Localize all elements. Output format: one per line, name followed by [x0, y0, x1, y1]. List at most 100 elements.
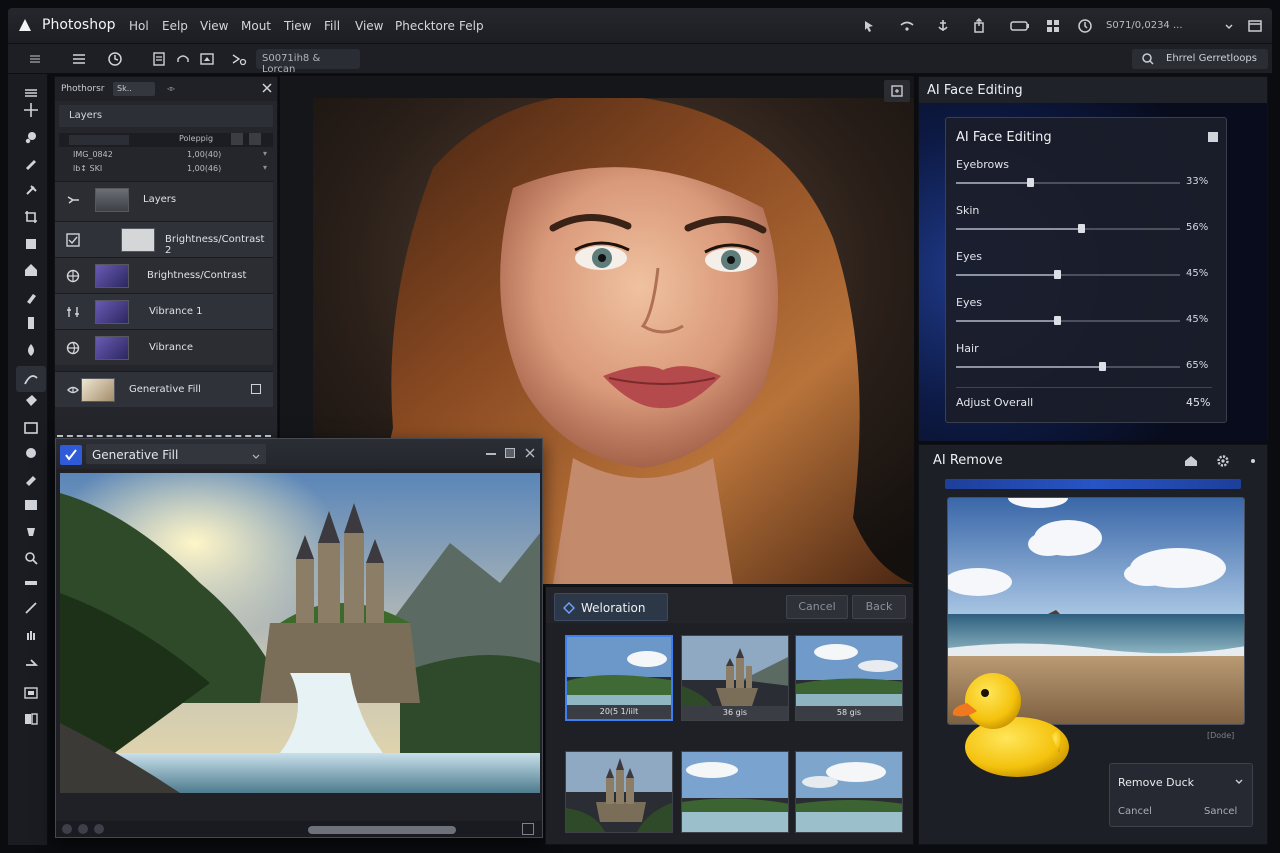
grid-icon[interactable] — [1044, 17, 1062, 35]
slider-track[interactable] — [956, 316, 1180, 325]
variations-tab[interactable]: Weloration — [554, 593, 668, 621]
transform-icon[interactable] — [230, 50, 248, 68]
layers-panel-tab[interactable]: Phothorsr — [61, 84, 104, 94]
canvas-corner-button[interactable] — [884, 80, 910, 102]
target-icon[interactable] — [65, 268, 81, 284]
slider-track[interactable] — [956, 178, 1180, 187]
variation-thumbnail[interactable] — [565, 751, 673, 833]
variation-thumbnail[interactable] — [795, 751, 903, 833]
frame-icon[interactable] — [198, 50, 216, 68]
document-icon[interactable] — [150, 50, 168, 68]
variation-thumbnail[interactable]: 58 gis — [795, 635, 903, 721]
collapse-icon[interactable]: ◃▹ — [167, 84, 175, 93]
line-tool-icon[interactable] — [22, 599, 40, 617]
filter-mode[interactable]: Poleppig — [179, 134, 213, 143]
pin-tool-icon[interactable] — [22, 314, 40, 332]
dodge-tool-icon[interactable] — [22, 522, 40, 540]
history-dot-icon[interactable] — [78, 824, 88, 834]
sub-row-chevron-icon[interactable]: ▾ — [263, 163, 267, 172]
menu-item-view[interactable]: View — [200, 19, 228, 33]
ruler-tool-icon[interactable] — [22, 574, 40, 592]
wifi-icon[interactable] — [898, 17, 916, 35]
frame-tool-icon[interactable] — [22, 419, 40, 437]
chevron-down-icon[interactable] — [252, 451, 260, 459]
slider-thumb[interactable] — [1098, 362, 1106, 371]
close-icon[interactable] — [524, 447, 536, 459]
menu-item-fill[interactable]: Fill — [324, 19, 340, 33]
slider-track[interactable] — [956, 224, 1180, 233]
cancel-button-secondary[interactable]: Sancel — [1204, 806, 1237, 817]
checkbox-icon[interactable] — [65, 232, 81, 248]
hamburger-icon[interactable] — [70, 50, 88, 68]
variation-thumbnail[interactable] — [681, 751, 789, 833]
fit-icon[interactable] — [522, 823, 534, 835]
variation-thumbnail[interactable]: 20(5 1/iilt — [565, 635, 673, 721]
file-row[interactable]: IMG_0842 1,00(40) ▾ — [59, 149, 273, 163]
close-icon[interactable] — [261, 82, 273, 94]
crop-tool-icon[interactable] — [22, 208, 40, 226]
more-icon[interactable] — [1251, 459, 1255, 463]
remove-duck-button[interactable]: Remove Duck — [1118, 776, 1194, 789]
history-icon[interactable] — [106, 50, 124, 68]
swap-tool-icon[interactable] — [22, 710, 40, 728]
slider-thumb[interactable] — [1026, 178, 1034, 187]
drop-tool-icon[interactable] — [22, 341, 40, 359]
layer-row[interactable]: Generative Fill — [55, 371, 273, 407]
layer-row[interactable]: Vibrance — [55, 329, 273, 365]
sparkle-icon[interactable] — [65, 382, 81, 398]
filter-icon[interactable] — [62, 824, 72, 834]
variation-thumbnail[interactable]: 36 gis — [681, 635, 789, 721]
menu-tool-icon[interactable] — [22, 84, 40, 102]
headphones-icon[interactable] — [174, 50, 192, 68]
layer-row[interactable]: Brightness/Contrast — [55, 257, 273, 293]
menu-item-view-2[interactable]: View — [355, 19, 383, 33]
blur-tool-icon[interactable] — [22, 444, 40, 462]
menu-item-eelp[interactable]: Eelp — [162, 19, 188, 33]
battery-icon[interactable] — [1008, 17, 1034, 35]
adjust-icon[interactable] — [65, 304, 81, 320]
filter-field[interactable] — [69, 135, 129, 145]
home-tool-icon[interactable] — [22, 261, 40, 279]
chevron-down-icon[interactable] — [1220, 17, 1238, 35]
eraser-tool-icon[interactable] — [22, 471, 40, 489]
maximize-icon[interactable] — [505, 448, 515, 458]
menu-item-hol[interactable]: Hol — [129, 19, 149, 33]
cancel-button[interactable]: Cancel — [786, 595, 848, 619]
link-toggle-icon[interactable] — [249, 133, 261, 145]
curve-tool-icon[interactable] — [16, 366, 46, 392]
slider-track[interactable] — [956, 362, 1180, 371]
chevron-down-icon[interactable] — [1234, 777, 1244, 787]
clock-icon[interactable] — [1076, 17, 1094, 35]
zoom-tool-icon[interactable] — [22, 549, 40, 567]
minimize-icon[interactable] — [486, 453, 496, 455]
castle-landscape-image[interactable] — [60, 473, 540, 793]
bucket-tool-icon[interactable] — [22, 392, 40, 410]
rubber-duck-image[interactable] — [941, 661, 1071, 781]
panel-toggle-icon[interactable] — [26, 50, 44, 68]
menu-item-tiew[interactable]: Tiew — [284, 19, 312, 33]
layer-row[interactable]: Vibrance 1 — [55, 293, 273, 329]
stamp-tool-icon[interactable] — [22, 288, 40, 306]
menu-item-phecktore[interactable]: Phecktore — [395, 19, 455, 33]
layer-filter-row[interactable]: Poleppig — [59, 133, 273, 147]
options-field[interactable]: S0071ih8 & Lorcan — [256, 49, 360, 75]
move-icon[interactable] — [65, 192, 81, 208]
lock-toggle-icon[interactable] — [231, 133, 243, 145]
horizontal-scrollbar[interactable] — [308, 826, 456, 834]
generative-fill-titlebar[interactable]: Generative Fill — [56, 439, 542, 469]
sub-row[interactable]: lb↕ SKI 1,00(46) ▾ — [59, 163, 273, 177]
move-tool-icon[interactable] — [22, 101, 40, 119]
pen-tool-icon[interactable] — [22, 235, 40, 253]
heal-tool-icon[interactable] — [22, 182, 40, 200]
menu-item-felp[interactable]: Felp — [459, 19, 484, 33]
share-icon[interactable] — [970, 17, 988, 35]
slider-thumb[interactable] — [1053, 270, 1061, 279]
anchor-icon[interactable] — [934, 17, 952, 35]
cancel-button[interactable]: Cancel — [1118, 806, 1152, 817]
window-icon[interactable] — [1246, 17, 1264, 35]
layers-mini-tool-icon[interactable] — [22, 684, 40, 702]
film-tool-icon[interactable] — [22, 496, 40, 514]
slider-thumb[interactable] — [1078, 224, 1086, 233]
layer-row[interactable]: Brightness/Contrast 2 — [55, 221, 273, 257]
rect-tool-icon[interactable] — [22, 656, 40, 674]
